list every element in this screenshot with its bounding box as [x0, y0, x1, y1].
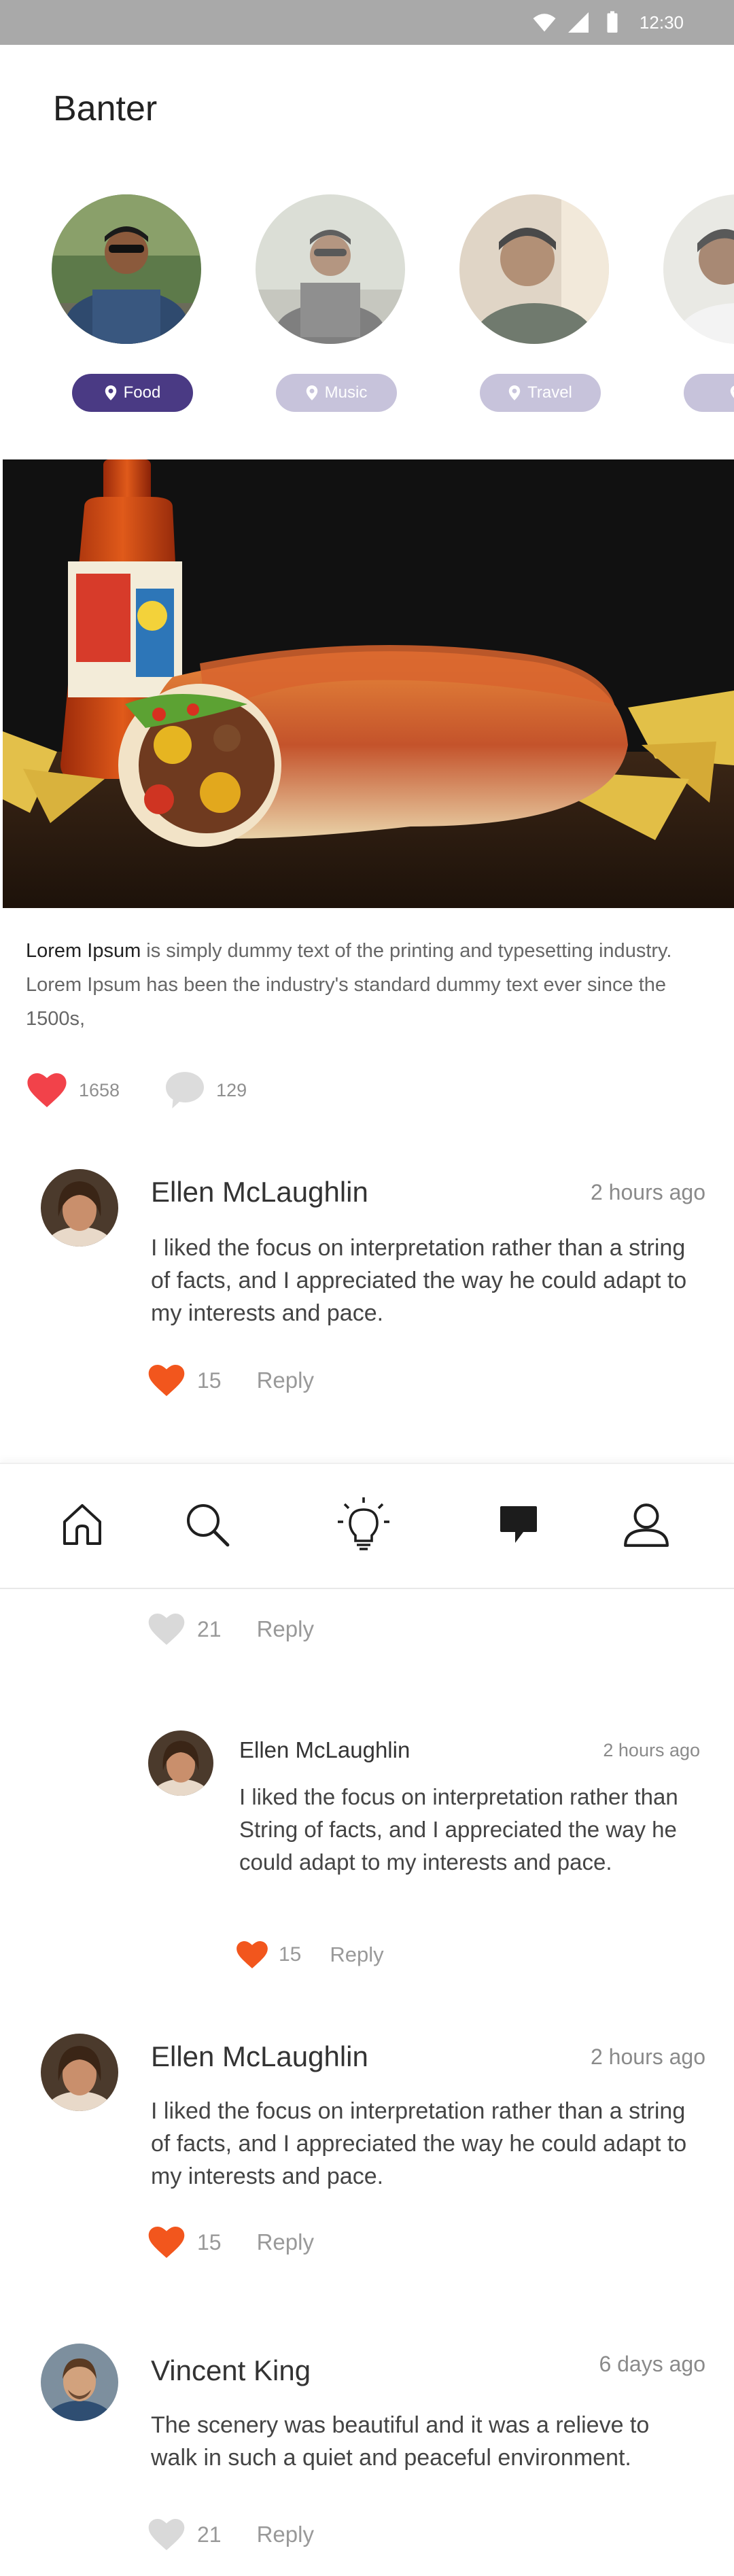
- heart-icon[interactable]: [148, 2519, 185, 2550]
- comment-item: Ellen McLaughlin 2 hours ago I liked the…: [0, 1155, 734, 1407]
- story-item[interactable]: Music: [256, 194, 405, 412]
- story-item[interactable]: Food: [52, 194, 201, 412]
- heart-icon[interactable]: [148, 2227, 185, 2258]
- heart-icon[interactable]: [27, 1073, 67, 1107]
- story-avatar[interactable]: [52, 194, 201, 344]
- comment-like-count: 15: [279, 1943, 302, 1966]
- comment-actions: 15 Reply: [237, 1941, 384, 1968]
- comment-item: Vincent King 6 days ago The scenery was …: [0, 2325, 734, 2569]
- comment-actions: 15 Reply: [148, 2227, 314, 2258]
- avatar[interactable]: [41, 2344, 118, 2421]
- comment-time: 2 hours ago: [603, 1740, 700, 1760]
- story-avatar[interactable]: [459, 194, 609, 344]
- story-chip-label: Music: [324, 383, 368, 402]
- battery-icon: [607, 11, 618, 33]
- story-item[interactable]: L: [663, 194, 734, 412]
- comment-author: Ellen McLaughlin: [151, 1176, 368, 1208]
- status-bar: 12:30: [0, 0, 734, 45]
- home-icon: [63, 1504, 101, 1545]
- location-pin-icon: [306, 385, 317, 400]
- reply-button[interactable]: Reply: [257, 1616, 314, 1642]
- comments-count: 129: [216, 1079, 247, 1100]
- nav-profile[interactable]: [616, 1494, 677, 1555]
- bottom-navigation: [0, 1463, 734, 1589]
- comment-icon[interactable]: [166, 1072, 205, 1109]
- avatar[interactable]: [148, 1730, 213, 1796]
- comment-text: I liked the focus on interpretation rath…: [151, 1235, 687, 1326]
- story-chip-food[interactable]: Food: [72, 374, 193, 412]
- cell-signal-icon: [567, 12, 589, 33]
- story-chip-label: Food: [123, 383, 161, 402]
- comment-text: I liked the focus on interpretation rath…: [239, 1784, 678, 1875]
- heart-icon[interactable]: [148, 1614, 185, 1645]
- post-image[interactable]: [3, 459, 734, 908]
- heart-icon[interactable]: [148, 1365, 185, 1396]
- comment-actions: 21 Reply: [148, 2519, 314, 2550]
- likes-count: 1658: [79, 1079, 120, 1100]
- comment-like-count: 21: [197, 2522, 222, 2547]
- reply-button[interactable]: Reply: [257, 2522, 314, 2547]
- comment-text: I liked the focus on interpretation rath…: [151, 2098, 687, 2189]
- comment-like-count: 21: [197, 1616, 222, 1641]
- story-chip-travel[interactable]: Travel: [480, 374, 601, 412]
- comment-author: Vincent King: [151, 2354, 311, 2386]
- status-time: 12:30: [639, 12, 684, 33]
- reply-button[interactable]: Reply: [257, 1368, 314, 1393]
- page-title: Banter: [53, 89, 158, 128]
- reply-button[interactable]: Reply: [330, 1943, 383, 1967]
- story-avatar[interactable]: [663, 194, 734, 344]
- story-item[interactable]: Travel: [459, 194, 609, 412]
- nav-search[interactable]: [177, 1494, 238, 1555]
- reply-button[interactable]: Reply: [257, 2229, 314, 2255]
- comment-like-count: 15: [197, 1368, 222, 1393]
- comment-time: 2 hours ago: [590, 1180, 705, 1204]
- comment-like-count: 15: [197, 2229, 222, 2255]
- story-avatar[interactable]: [256, 194, 405, 344]
- comment-actions: 21 Reply: [148, 1614, 314, 1645]
- post-body: Lorem Ipsum is simply dummy text of the …: [26, 934, 699, 1036]
- location-pin-icon: [105, 385, 116, 400]
- avatar[interactable]: [41, 2034, 118, 2111]
- story-chip-music[interactable]: Music: [276, 374, 397, 412]
- location-pin-icon: [731, 385, 734, 398]
- profile-icon: [624, 1503, 669, 1547]
- avatar[interactable]: [41, 1169, 118, 1247]
- comment-author: Ellen McLaughlin: [239, 1737, 410, 1762]
- story-chip-partial[interactable]: L: [684, 374, 734, 412]
- chat-icon: [500, 1506, 537, 1543]
- comment-author: Ellen McLaughlin: [151, 2040, 368, 2072]
- comment-text: The scenery was beautiful and it was a r…: [151, 2412, 650, 2471]
- heart-icon[interactable]: [237, 1941, 268, 1968]
- reply-item: Ellen McLaughlin 2 hours ago I liked the…: [0, 1713, 734, 1998]
- story-carousel[interactable]: Food Music Travel: [0, 194, 734, 419]
- nav-home[interactable]: [52, 1494, 113, 1555]
- nav-messages[interactable]: [488, 1494, 549, 1555]
- post-stats: 1658 129: [27, 1070, 247, 1111]
- location-pin-icon: [508, 385, 521, 400]
- comment-item: Ellen McLaughlin 2 hours ago I liked the…: [0, 2019, 734, 2270]
- nav-ideas[interactable]: [333, 1494, 394, 1555]
- comment-item: 21 Reply: [0, 1584, 734, 1665]
- wifi-icon: [533, 14, 556, 32]
- post-body-lead: Lorem Ipsum: [26, 940, 141, 962]
- comment-actions: 15 Reply: [148, 1365, 314, 1396]
- comment-time: 6 days ago: [599, 2352, 705, 2376]
- comment-time: 2 hours ago: [590, 2044, 705, 2069]
- story-chip-label: Travel: [527, 383, 572, 402]
- search-icon: [187, 1504, 230, 1547]
- lightbulb-icon: [338, 1497, 389, 1550]
